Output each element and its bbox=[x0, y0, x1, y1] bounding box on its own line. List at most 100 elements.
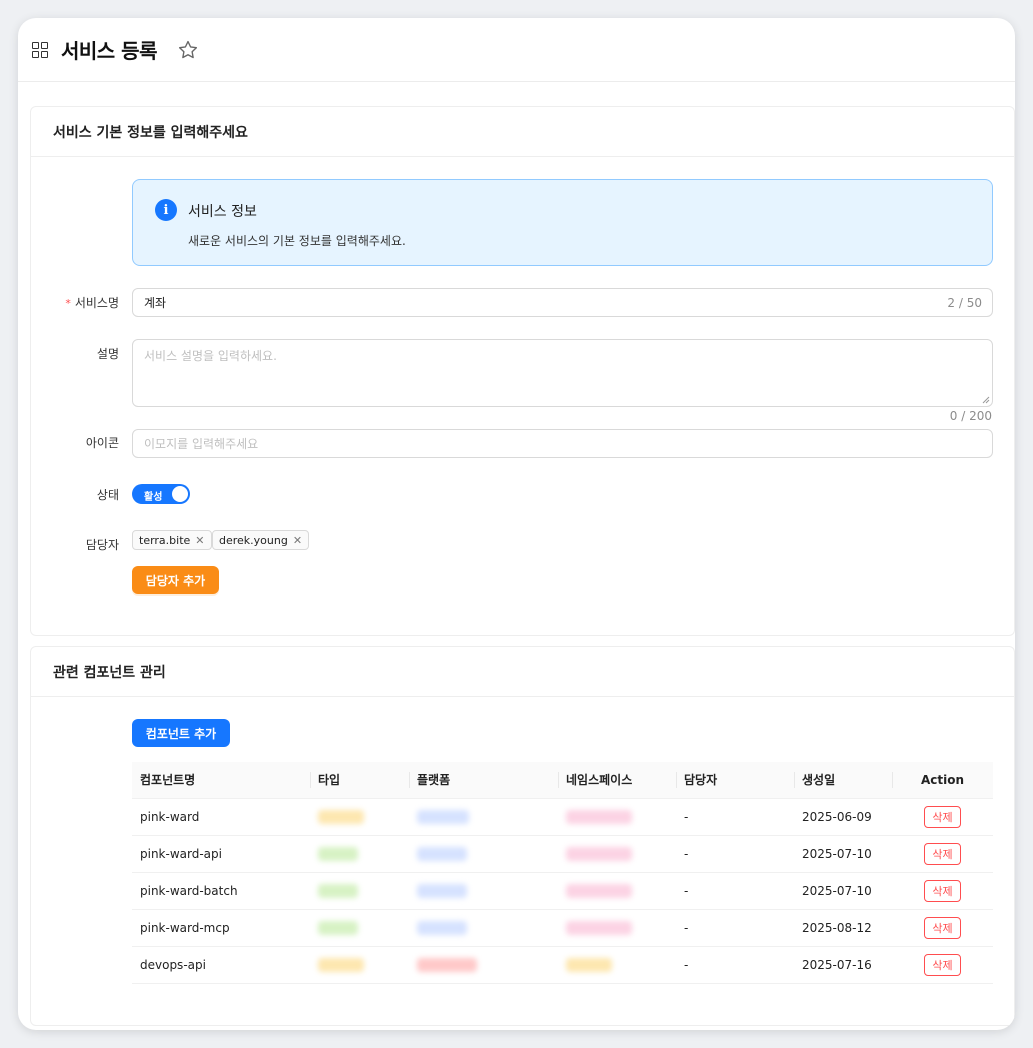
add-component-button[interactable]: 컴포넌트 추가 bbox=[132, 719, 230, 747]
description-label: 설명 bbox=[96, 347, 119, 361]
page-title: 서비스 등록 bbox=[61, 39, 157, 63]
column-header[interactable]: Action bbox=[892, 762, 993, 799]
action-cell: 삭제 bbox=[892, 872, 993, 910]
column-header[interactable]: 생성일 bbox=[794, 762, 892, 799]
blurred-type-tag bbox=[318, 883, 358, 898]
action-cell: 삭제 bbox=[892, 798, 993, 836]
icon-label: 아이콘 bbox=[85, 436, 119, 450]
platform-cell bbox=[409, 946, 558, 984]
created-cell: 2025-08-12 bbox=[794, 909, 892, 947]
component-name: pink-ward bbox=[132, 798, 310, 836]
service-name-label: * 서비스명 bbox=[31, 294, 119, 311]
owner-cell: - bbox=[676, 872, 794, 910]
blurred-namespace-tag bbox=[566, 846, 632, 861]
blurred-type-tag bbox=[318, 957, 364, 972]
status-label: 상태 bbox=[96, 488, 119, 502]
description-textarea[interactable]: 서비스 설명을 입력하세요. bbox=[132, 339, 993, 407]
blurred-type-tag bbox=[318, 809, 364, 824]
type-cell bbox=[310, 798, 409, 836]
owner-tag-label: derek.young bbox=[219, 533, 288, 547]
page-header: 서비스 등록 bbox=[18, 18, 1015, 82]
alert-title: 서비스 정보 bbox=[188, 204, 257, 220]
created-cell: 2025-06-09 bbox=[794, 798, 892, 836]
platform-cell bbox=[409, 798, 558, 836]
components-card: 관련 컴포넌트 관리 컴포넌트 추가 컴포넌트명 타입 플랫폼 네임스페이스 담… bbox=[30, 646, 1015, 1026]
alert-description: 새로운 서비스의 기본 정보를 입력해주세요. bbox=[188, 234, 406, 248]
type-cell bbox=[310, 835, 409, 873]
created-cell: 2025-07-10 bbox=[794, 835, 892, 873]
table-row: pink-ward-api - 2025-07-10 삭제 bbox=[132, 835, 993, 873]
owner-cell: - bbox=[676, 946, 794, 984]
type-cell bbox=[310, 909, 409, 947]
owner-cell: - bbox=[676, 798, 794, 836]
action-cell: 삭제 bbox=[892, 835, 993, 873]
blurred-namespace-tag bbox=[566, 809, 632, 824]
owner-cell: - bbox=[676, 909, 794, 947]
required-mark: * bbox=[65, 297, 71, 310]
close-icon[interactable]: ✕ bbox=[195, 534, 204, 547]
column-header[interactable]: 플랫폼 bbox=[409, 762, 558, 799]
blurred-namespace-tag bbox=[566, 957, 612, 972]
created-cell: 2025-07-10 bbox=[794, 872, 892, 910]
created-cell: 2025-07-16 bbox=[794, 946, 892, 984]
blurred-platform-tag bbox=[417, 883, 467, 898]
star-icon[interactable] bbox=[177, 39, 199, 61]
owner-cell: - bbox=[676, 835, 794, 873]
column-header[interactable]: 컴포넌트명 bbox=[132, 762, 310, 799]
platform-cell bbox=[409, 835, 558, 873]
delete-button[interactable]: 삭제 bbox=[924, 805, 961, 828]
namespace-cell bbox=[558, 798, 676, 836]
column-header[interactable]: 담당자 bbox=[676, 762, 794, 799]
column-header[interactable]: 타입 bbox=[310, 762, 409, 799]
grid-icon bbox=[32, 41, 48, 58]
status-toggle-text: 활성 bbox=[144, 492, 163, 503]
namespace-cell bbox=[558, 872, 676, 910]
owner-tag: derek.young ✕ bbox=[212, 530, 310, 550]
namespace-cell bbox=[558, 835, 676, 873]
service-name-value: 계좌 bbox=[144, 296, 167, 310]
resize-grip-icon[interactable] bbox=[982, 396, 990, 404]
service-name-input[interactable]: 계좌 2 / 50 bbox=[132, 288, 993, 317]
description-counter: 0 / 200 bbox=[949, 409, 992, 423]
table-row: devops-api - 2025-07-16 삭제 bbox=[132, 946, 993, 984]
basic-info-card: 서비스 기본 정보를 입력해주세요 i 서비스 정보 새로운 서비스의 기본 정… bbox=[30, 106, 1015, 636]
icon-input[interactable]: 이모지를 입력해주세요 bbox=[132, 429, 993, 458]
platform-cell bbox=[409, 872, 558, 910]
blurred-platform-tag bbox=[417, 957, 477, 972]
service-name-counter: 2 / 50 bbox=[947, 295, 982, 310]
component-name: pink-ward-mcp bbox=[132, 909, 310, 947]
icon-placeholder: 이모지를 입력해주세요 bbox=[144, 437, 259, 451]
blurred-platform-tag bbox=[417, 920, 467, 935]
basic-info-title: 서비스 기본 정보를 입력해주세요 bbox=[31, 107, 1014, 157]
app-window: 서비스 등록 서비스 기본 정보를 입력해주세요 i 서비스 정보 새로운 서비… bbox=[18, 18, 1015, 1030]
owner-label: 담당자 bbox=[85, 538, 119, 552]
delete-button[interactable]: 삭제 bbox=[924, 879, 961, 902]
blurred-type-tag bbox=[318, 846, 358, 861]
namespace-cell bbox=[558, 909, 676, 947]
component-name: pink-ward-api bbox=[132, 835, 310, 873]
column-header[interactable]: 네임스페이스 bbox=[558, 762, 676, 799]
delete-button[interactable]: 삭제 bbox=[924, 916, 961, 939]
delete-button[interactable]: 삭제 bbox=[924, 953, 961, 976]
table-row: pink-ward - 2025-06-09 삭제 bbox=[132, 798, 993, 836]
namespace-cell bbox=[558, 946, 676, 984]
description-placeholder: 서비스 설명을 입력하세요. bbox=[144, 349, 277, 363]
table-header-row: 컴포넌트명 타입 플랫폼 네임스페이스 담당자 생성일 Action bbox=[132, 762, 993, 799]
components-title: 관련 컴포넌트 관리 bbox=[31, 647, 1014, 697]
action-cell: 삭제 bbox=[892, 909, 993, 947]
delete-button[interactable]: 삭제 bbox=[924, 842, 961, 865]
status-toggle[interactable]: 활성 bbox=[132, 484, 190, 504]
add-owner-button[interactable]: 담당자 추가 bbox=[132, 566, 219, 594]
components-table: 컴포넌트명 타입 플랫폼 네임스페이스 담당자 생성일 Action pink-… bbox=[132, 762, 993, 984]
close-icon[interactable]: ✕ bbox=[293, 534, 302, 547]
action-cell: 삭제 bbox=[892, 946, 993, 984]
blurred-platform-tag bbox=[417, 809, 469, 824]
blurred-namespace-tag bbox=[566, 883, 632, 898]
type-cell bbox=[310, 872, 409, 910]
owner-tag: terra.bite ✕ bbox=[132, 530, 212, 550]
service-name-label-text: 서비스명 bbox=[74, 296, 119, 310]
component-name: devops-api bbox=[132, 946, 310, 984]
component-name: pink-ward-batch bbox=[132, 872, 310, 910]
blurred-namespace-tag bbox=[566, 920, 632, 935]
blurred-platform-tag bbox=[417, 846, 467, 861]
